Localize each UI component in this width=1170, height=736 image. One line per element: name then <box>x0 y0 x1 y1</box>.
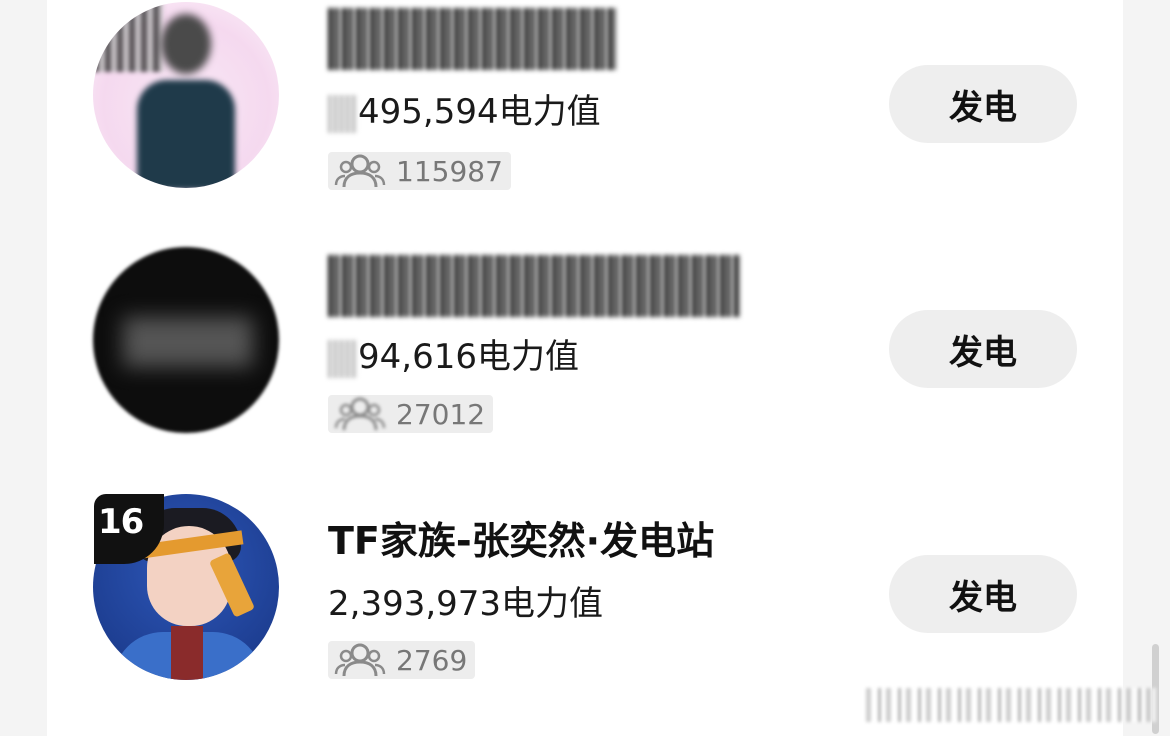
fans-count: 2769 <box>396 643 468 677</box>
list-item[interactable]: 495,594电力值 115987 发电 <box>47 0 1123 245</box>
power-value: 495,594电力值 <box>328 84 601 133</box>
avatar[interactable] <box>93 247 279 433</box>
station-name[interactable] <box>328 8 616 70</box>
avatar[interactable] <box>93 2 279 188</box>
list-item[interactable]: 94,616电力值 27012 发电 <box>47 245 1123 490</box>
fans-badge: 2769 <box>328 641 476 679</box>
fans-count: 27012 <box>396 397 486 431</box>
station-name[interactable] <box>328 255 740 317</box>
charge-button[interactable]: 发电 <box>889 310 1077 388</box>
users-icon <box>334 643 386 677</box>
power-value: 2,393,973电力值 <box>328 584 604 624</box>
station-name[interactable]: TF家族-张奕然·发电站 <box>328 510 714 565</box>
fans-badge: 27012 <box>328 395 494 433</box>
users-icon <box>334 154 386 188</box>
charge-button[interactable]: 发电 <box>889 555 1077 633</box>
fans-count: 115987 <box>396 154 503 188</box>
users-icon <box>334 397 386 431</box>
watermark <box>866 688 1156 722</box>
power-value: 94,616电力值 <box>328 329 579 378</box>
fans-badge: 115987 <box>328 152 511 190</box>
contributor-list: 495,594电力值 115987 发电 94,616电力值 27012 发电 … <box>47 0 1123 736</box>
charge-button[interactable]: 发电 <box>889 65 1077 143</box>
